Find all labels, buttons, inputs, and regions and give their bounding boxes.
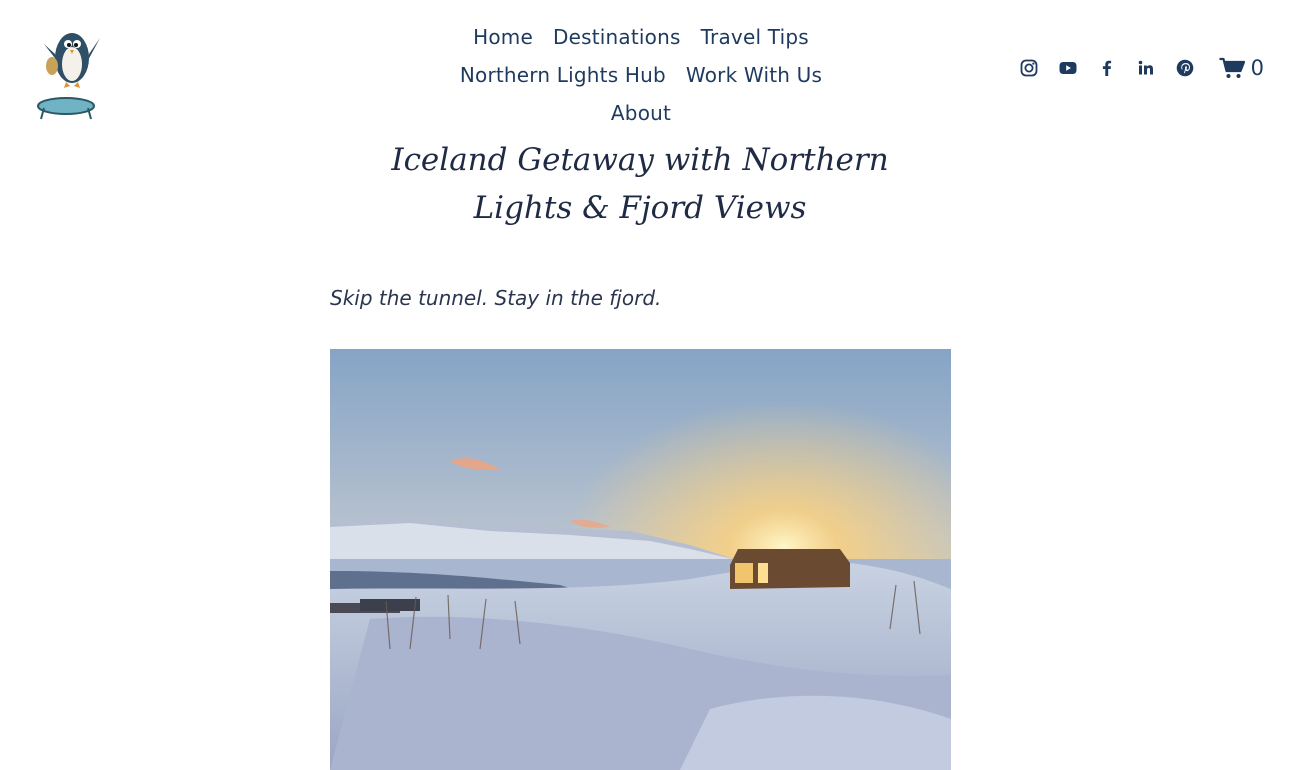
article-tagline: Skip the tunnel. Stay in the fjord. bbox=[330, 286, 662, 310]
cart-button[interactable]: 0 bbox=[1219, 56, 1264, 80]
cart-count: 0 bbox=[1250, 56, 1264, 80]
nav-home[interactable]: Home bbox=[473, 25, 533, 49]
nav-northern-lights-hub[interactable]: Northern Lights Hub bbox=[460, 63, 666, 87]
nav-work-with-us[interactable]: Work With Us bbox=[686, 63, 822, 87]
linkedin-icon[interactable] bbox=[1137, 59, 1155, 77]
nav-about[interactable]: About bbox=[611, 101, 671, 125]
instagram-icon[interactable] bbox=[1020, 59, 1038, 77]
nav-destinations[interactable]: Destinations bbox=[553, 25, 681, 49]
site-logo[interactable] bbox=[34, 24, 104, 122]
youtube-icon[interactable] bbox=[1059, 59, 1077, 77]
main-nav: Home Destinations Travel Tips Northern L… bbox=[440, 18, 842, 132]
social-links: 0 bbox=[1020, 56, 1264, 80]
hero-image bbox=[330, 349, 951, 770]
facebook-icon[interactable] bbox=[1098, 59, 1116, 77]
pinterest-icon[interactable] bbox=[1176, 59, 1194, 77]
page-title: Iceland Getaway with Northern Lights & F… bbox=[391, 142, 889, 226]
penguin-logo-icon bbox=[37, 33, 100, 120]
cart-icon bbox=[1219, 57, 1245, 78]
nav-travel-tips[interactable]: Travel Tips bbox=[701, 25, 809, 49]
